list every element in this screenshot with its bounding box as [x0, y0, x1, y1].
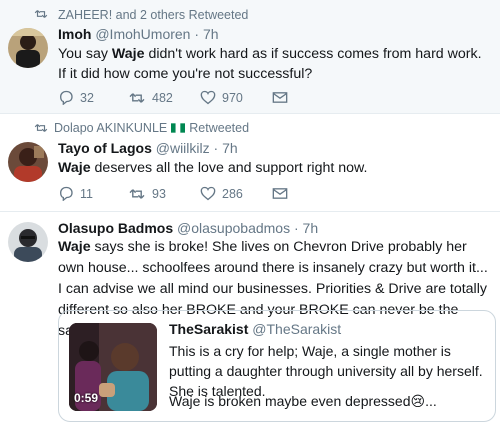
avatar[interactable] [8, 142, 48, 182]
envelope-icon [272, 188, 288, 199]
retweet-icon [129, 188, 145, 199]
user-handle[interactable]: @olasupobadmos [177, 220, 290, 236]
quoted-text-continued: Waje is broken maybe even depressed😢... [169, 393, 437, 409]
timestamp[interactable]: 7h [203, 26, 219, 42]
avatar[interactable] [8, 28, 48, 68]
envelope-icon [272, 92, 288, 103]
reply-count: 32 [80, 90, 94, 105]
heart-icon [200, 90, 216, 105]
display-name[interactable]: Olasupo Badmos [58, 220, 173, 236]
separator: · [213, 140, 219, 156]
tweet-text-bold: Waje [58, 239, 91, 255]
retweet-icon [34, 124, 48, 132]
separator: · [293, 220, 299, 236]
retweeted-label: Retweeted [189, 121, 250, 135]
reply-button[interactable]: 32 [58, 90, 128, 105]
tweet-3[interactable]: Olasupo Badmos @olasupobadmos · 7h Waje … [0, 212, 500, 426]
like-count: 970 [222, 90, 243, 105]
reply-count: 11 [80, 186, 93, 201]
tweet-header: Imoh @ImohUmoren · 7h [58, 26, 219, 42]
direct-message-button[interactable] [272, 91, 288, 104]
like-count: 286 [222, 186, 243, 201]
tweet-text: You say Waje didn't work hard as if succ… [58, 44, 492, 84]
retweet-button[interactable]: 93 [128, 187, 200, 201]
like-button[interactable]: 286 [200, 186, 272, 201]
retweet-count: 482 [152, 90, 173, 105]
tweet-1[interactable]: ZAHEER! and 2 others Retweeted Imoh @Imo… [0, 0, 500, 114]
user-handle[interactable]: @wiilkilz [156, 140, 210, 156]
tweet-header: Tayo of Lagos @wiilkilz · 7h [58, 140, 238, 156]
tweet-text-bold: Waje [58, 160, 91, 176]
tweet-actions: 11 93 286 [58, 186, 288, 201]
avatar[interactable] [8, 222, 48, 262]
timestamp[interactable]: 7h [303, 220, 319, 236]
quoted-user-handle[interactable]: @TheSarakist [252, 321, 341, 337]
quoted-header: TheSarakist @TheSarakist [169, 321, 341, 337]
tweet-text-part: deserves all the love and support right … [90, 160, 368, 176]
display-name[interactable]: Imoh [58, 26, 91, 42]
retweet-icon [129, 92, 145, 103]
like-button[interactable]: 970 [200, 90, 272, 105]
tweet-actions: 32 482 970 [58, 90, 288, 105]
tweet-text: Waje deserves all the love and support r… [58, 158, 492, 178]
nigeria-flag-icon [171, 123, 186, 133]
retweet-context[interactable]: ZAHEER! and 2 others Retweeted [58, 8, 248, 22]
tweet-text-bold: Waje [111, 46, 145, 62]
display-name[interactable]: Tayo of Lagos [58, 140, 152, 156]
video-thumbnail[interactable]: 0:59 [69, 323, 157, 411]
quoted-tweet[interactable]: 0:59 TheSarakist @TheSarakist This is a … [58, 310, 496, 422]
retweeter-name[interactable]: Dolapo AKINKUNLE [54, 121, 167, 135]
timestamp[interactable]: 7h [222, 140, 238, 156]
reply-icon [59, 186, 73, 201]
tweet-header: Olasupo Badmos @olasupobadmos · 7h [58, 220, 318, 236]
user-handle[interactable]: @ImohUmoren [95, 26, 190, 42]
separator: · [194, 26, 200, 42]
heart-icon [200, 186, 216, 201]
tweet-2[interactable]: Dolapo AKINKUNLE Retweeted Tayo of Lagos… [0, 114, 500, 212]
reply-icon [59, 90, 73, 105]
retweet-count: 93 [152, 186, 166, 201]
direct-message-button[interactable] [272, 187, 288, 200]
video-duration: 0:59 [74, 391, 99, 405]
retweet-context[interactable]: Dolapo AKINKUNLE Retweeted [54, 121, 249, 135]
retweet-button[interactable]: 482 [128, 91, 200, 105]
quoted-display-name[interactable]: TheSarakist [169, 321, 248, 337]
retweet-icon [34, 10, 48, 18]
reply-button[interactable]: 11 [58, 186, 128, 201]
tweet-text-part: You say [58, 46, 112, 62]
